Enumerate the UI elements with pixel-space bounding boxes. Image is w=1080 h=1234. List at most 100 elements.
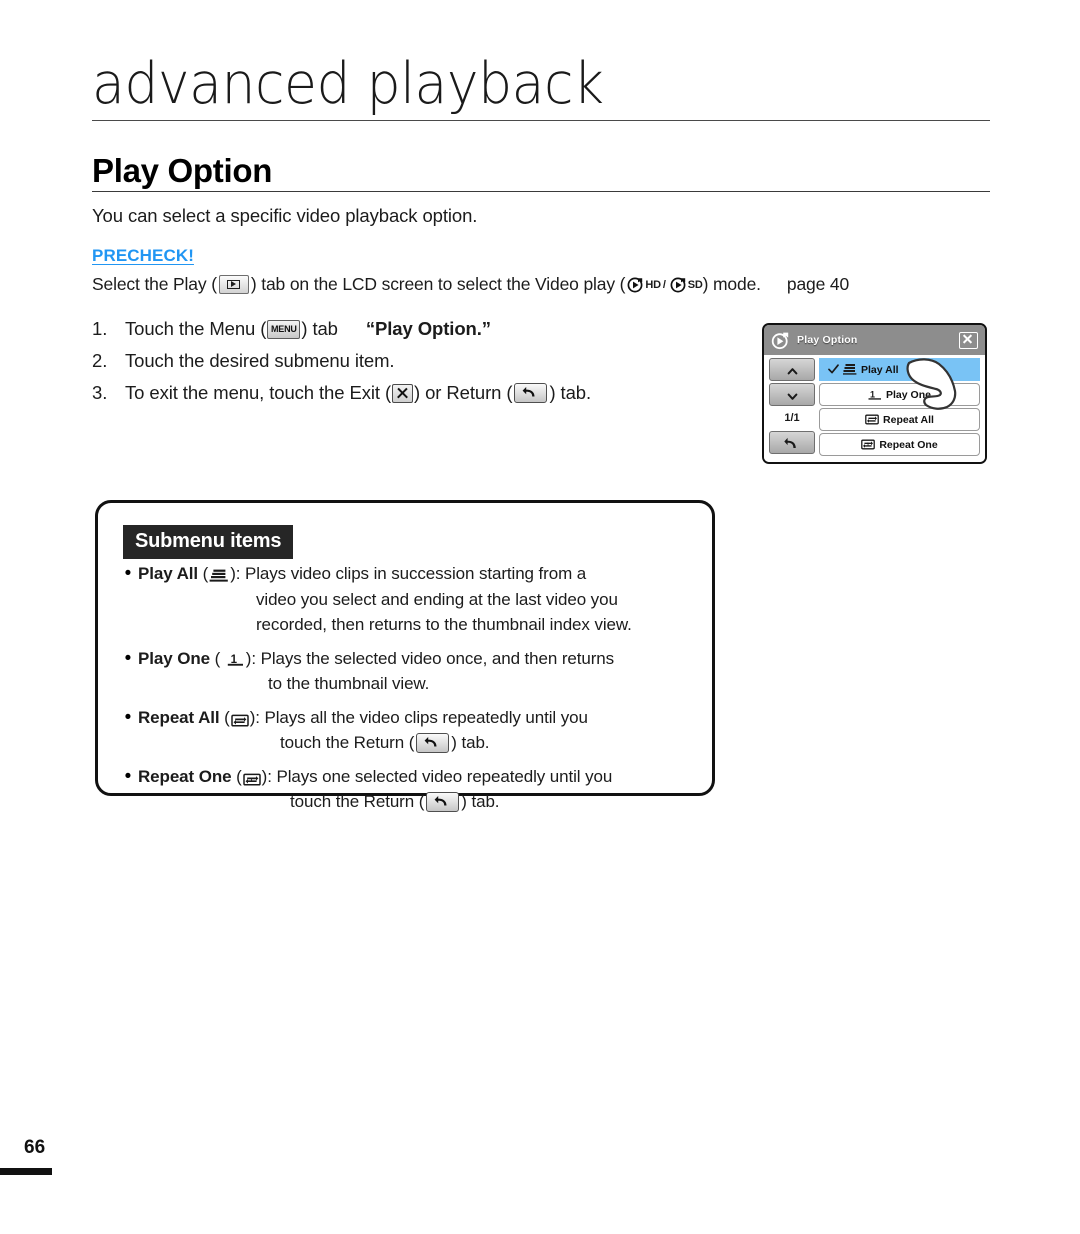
svg-text:1: 1: [249, 777, 253, 784]
submenu-desc-line: : Plays one selected video repeatedly un…: [267, 766, 613, 786]
submenu-items-box: Submenu items • Play All (): Plays vid…: [95, 500, 715, 812]
lcd-nav-column: 1/1: [769, 358, 815, 459]
bullet-icon: •: [124, 563, 132, 584]
precheck-label: PRECHECK!: [92, 246, 194, 265]
step-3-number: 3.: [92, 382, 108, 403]
step-1-text-before: Touch the Menu (: [125, 318, 267, 339]
play-one-icon: 1: [868, 388, 882, 401]
precheck-text-3: ) mode.: [702, 274, 761, 294]
submenu-desc-line: recorded, then returns to the thumbnail …: [256, 615, 632, 634]
lcd-menu-list: Play All 1 Play One Repeat All 1 Repeat …: [819, 358, 980, 459]
footer-divider: [0, 1168, 52, 1175]
step-3-text-before: To exit the menu, touch the Exit (: [125, 382, 392, 403]
step-2-text: Touch the desired submenu item.: [125, 350, 395, 371]
list-item: • Play One ( 1 ) : Plays the selected vi…: [118, 646, 704, 697]
submenu-bullet-list: • Play All ( ) : Plays video clips in su…: [118, 561, 704, 823]
play-all-icon: [843, 363, 857, 376]
exit-icon: [392, 383, 414, 403]
submenu-desc-line: : Plays video clips in succession starti…: [235, 564, 587, 583]
chapter-divider: [92, 120, 990, 121]
sd-label: SD: [687, 278, 703, 291]
step-1-text-after: ) tab: [301, 318, 338, 339]
submenu-return-prefix: touch the Return (: [280, 733, 415, 752]
intro-text: You can select a specific video playback…: [92, 205, 478, 226]
hd-label: HD: [645, 278, 661, 291]
lcd-body: 1/1 Play All 1 Play One Repeat All 1 Rep…: [764, 355, 985, 462]
close-icon[interactable]: [959, 331, 978, 349]
scroll-down-button[interactable]: [769, 383, 815, 406]
precheck-line: Select the Play ( ) tab on the LCD scree…: [92, 274, 849, 295]
play-tab-icon: [218, 275, 249, 294]
repeat-all-icon: [865, 413, 879, 426]
play-all-icon: [209, 566, 229, 582]
submenu-desc-line: to the thumbnail view.: [268, 674, 430, 693]
bullet-icon: •: [124, 765, 132, 787]
lcd-menu-item-play-one[interactable]: 1 Play One: [819, 383, 980, 406]
submenu-term: Play All: [138, 564, 198, 583]
lcd-title: Play Option: [797, 334, 858, 346]
lcd-menu-item-label: Repeat One: [879, 438, 938, 451]
icon-separator: /: [662, 278, 666, 291]
lcd-menu-item-repeat-one[interactable]: 1 Repeat One: [819, 433, 980, 456]
check-icon: [828, 364, 839, 375]
chevron-up-icon: [787, 364, 798, 375]
submenu-return-suffix: ) tab.: [451, 733, 490, 752]
bullet-icon: •: [124, 706, 132, 728]
lcd-menu-item-label: Repeat All: [883, 413, 934, 426]
precheck-text-1: Select the Play (: [92, 274, 217, 294]
lcd-menu-item-play-all[interactable]: Play All: [819, 358, 980, 381]
list-item: • Play All ( ) : Plays video clips in su…: [118, 561, 704, 638]
repeat-all-icon: [230, 710, 249, 727]
list-item: • Repeat All ( ) : Plays all the video c…: [118, 705, 704, 756]
return-icon: [426, 791, 460, 812]
submenu-term: Play One: [138, 648, 210, 668]
video-play-sd-icon: [670, 276, 687, 293]
step-1-quoted-menu: “Play Option.”: [365, 318, 491, 339]
step-1: 1. Touch the Menu ( MENU ) tab “Play Opt…: [92, 318, 752, 340]
play-one-icon: 1: [227, 650, 244, 666]
submenu-desc-line: : Plays the selected video once, and the…: [251, 648, 615, 668]
step-3: 3. To exit the menu, touch the Exit ( ) …: [92, 382, 752, 404]
page-title: Play Option: [92, 152, 273, 189]
return-button[interactable]: [769, 431, 815, 454]
submenu-desc-line: : Plays all the video clips repeatedly u…: [255, 707, 588, 727]
return-icon: [416, 732, 450, 753]
return-icon: [514, 383, 548, 403]
video-play-hd-icon: [627, 276, 644, 293]
svg-text:1: 1: [870, 389, 875, 399]
list-item: • Repeat One ( 1 ) : Plays one selected …: [118, 764, 704, 815]
lcd-menu-item-repeat-all[interactable]: Repeat All: [819, 408, 980, 431]
chapter-header: advanced playback: [92, 52, 992, 124]
return-icon: [784, 437, 800, 448]
lcd-menu-item-label: Play All: [861, 363, 899, 376]
submenu-return-suffix: ) tab.: [461, 792, 500, 811]
submenu-term: Repeat All: [138, 707, 220, 727]
step-3-text-between: ) or Return (: [414, 382, 513, 403]
step-2-number: 2.: [92, 350, 108, 371]
submenu-return-prefix: touch the Return (: [290, 792, 425, 811]
step-2: 2. Touch the desired submenu item.: [92, 350, 752, 372]
scroll-up-button[interactable]: [769, 358, 815, 381]
precheck-text-2: ) tab on the LCD screen to select the Vi…: [250, 274, 626, 294]
precheck-page-ref: page 40: [786, 274, 850, 294]
menu-tab-icon: MENU: [267, 319, 301, 339]
bullet-icon: •: [124, 647, 132, 669]
page-indicator: 1/1: [784, 412, 800, 424]
lcd-screen-mockup: Play Option 1/1 Play All 1 Play One Repe…: [762, 323, 987, 464]
step-1-number: 1.: [92, 318, 108, 339]
chapter-title: advanced playback: [92, 51, 604, 117]
repeat-one-icon: 1: [861, 438, 876, 451]
step-3-text-after: ) tab.: [549, 382, 591, 403]
repeat-one-icon: 1: [242, 769, 261, 786]
steps-list: 1. Touch the Menu ( MENU ) tab “Play Opt…: [92, 318, 752, 414]
submenu-term: Repeat One: [138, 766, 232, 786]
section-divider: [92, 191, 990, 192]
chevron-down-icon: [787, 389, 798, 400]
video-play-icon: [771, 331, 790, 350]
page-number: 66: [24, 1137, 46, 1158]
lcd-menu-item-label: Play One: [886, 388, 931, 401]
lcd-titlebar: Play Option: [764, 325, 985, 355]
svg-text:1: 1: [867, 443, 870, 449]
submenu-desc-line: video you select and ending at the last …: [256, 589, 618, 609]
submenu-items-badge: Submenu items: [123, 525, 294, 559]
